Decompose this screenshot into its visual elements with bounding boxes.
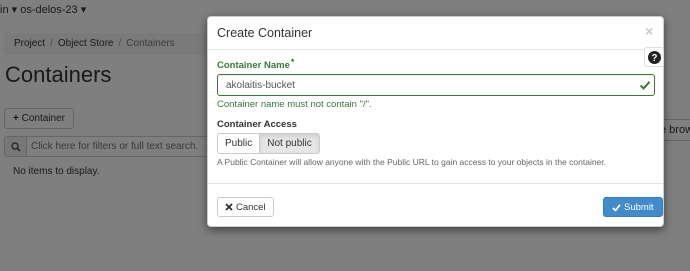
check-icon (612, 203, 621, 212)
cancel-button[interactable]: Cancel (217, 197, 274, 217)
container-name-input[interactable] (217, 74, 655, 96)
close-icon (225, 203, 233, 211)
access-public-option[interactable]: Public (217, 133, 261, 154)
submit-label: Submit (624, 201, 654, 213)
question-circle-icon[interactable]: ? (644, 47, 664, 67)
submit-button[interactable]: Submit (603, 197, 663, 217)
modal-title: Create Container (217, 26, 313, 40)
modal-footer: Cancel Submit (208, 183, 663, 227)
access-not-public-option[interactable]: Not public (260, 133, 320, 154)
required-mark: * (290, 57, 295, 67)
container-access-label: Container Access (217, 119, 297, 130)
svg-text:?: ? (651, 53, 657, 64)
access-description: A Public Container will allow anyone wit… (217, 157, 607, 167)
check-icon (639, 81, 651, 90)
create-container-modal: Create Container × ? Container Name* Con… (207, 16, 664, 227)
cancel-label: Cancel (236, 201, 266, 213)
modal-header: Create Container × (208, 17, 663, 50)
container-access-toggle: Public Not public (217, 133, 320, 154)
container-name-label: Container Name* (217, 57, 295, 71)
close-icon[interactable]: × (645, 24, 653, 38)
container-name-help: Container name must not contain "/". (217, 99, 372, 110)
container-name-label-text: Container Name (217, 60, 290, 71)
